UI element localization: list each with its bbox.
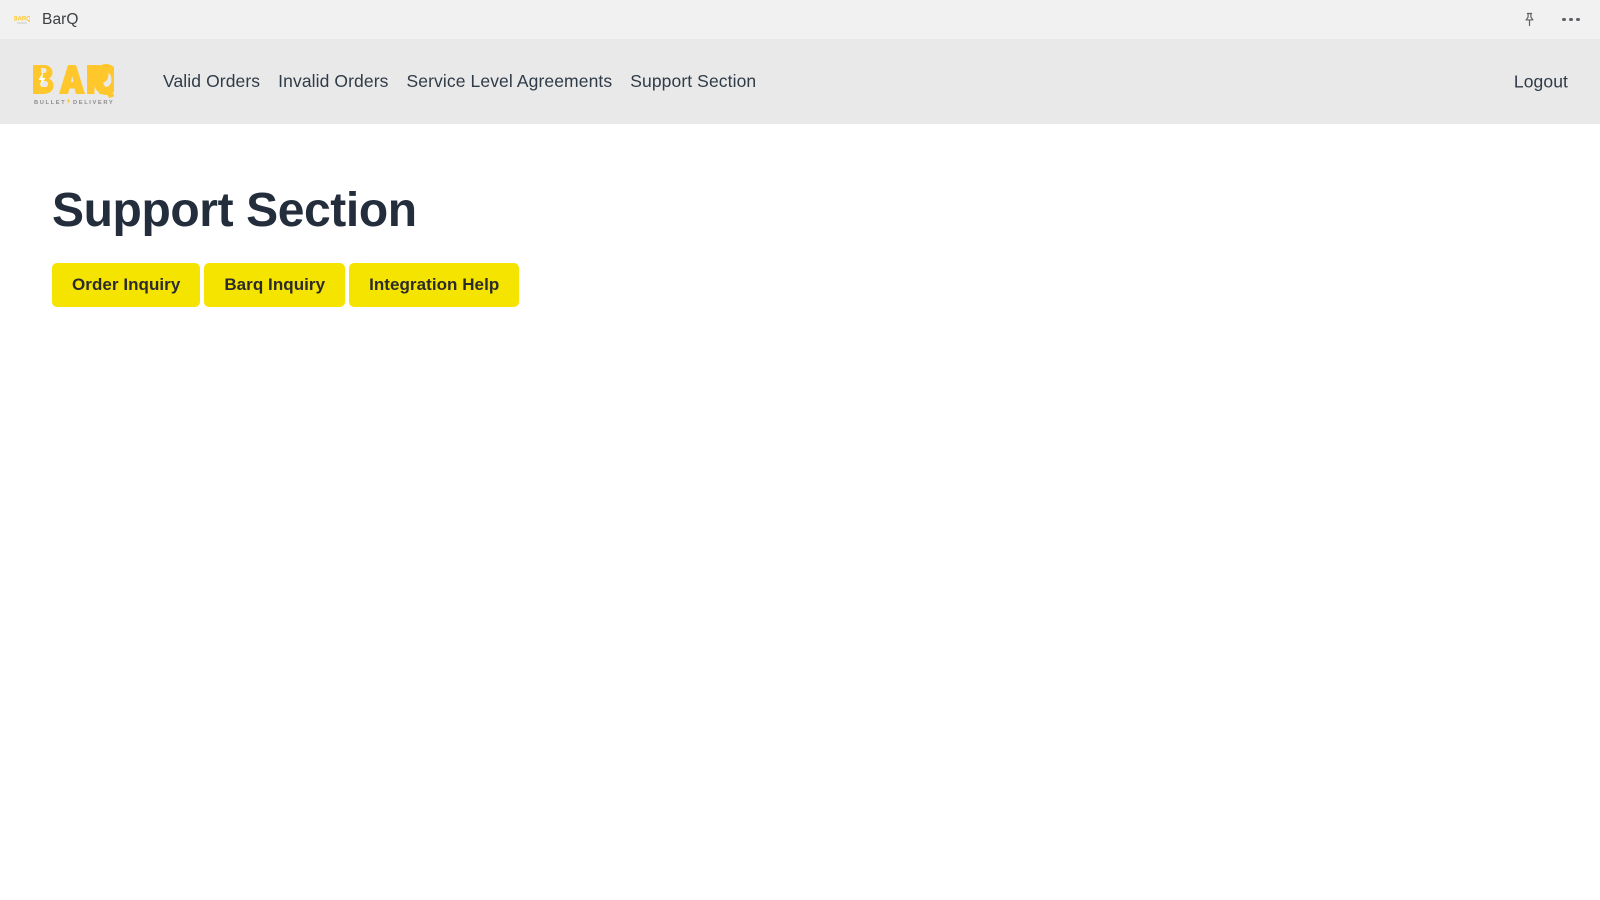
main-navigation: Valid Orders Invalid Orders Service Leve… bbox=[154, 65, 765, 98]
nav-item-service-level-agreements[interactable]: Service Level Agreements bbox=[398, 65, 622, 98]
integration-help-button[interactable]: Integration Help bbox=[349, 262, 520, 307]
support-action-buttons: Order Inquiry Barq Inquiry Integration H… bbox=[52, 262, 1600, 307]
titlebar-left-group: BARQ BarQ bbox=[14, 12, 79, 28]
barq-favicon-icon: BARQ bbox=[14, 14, 30, 26]
window-titlebar: BARQ BarQ bbox=[0, 0, 1600, 39]
nav-item-invalid-orders[interactable]: Invalid Orders bbox=[269, 65, 397, 98]
ellipsis-dot-2 bbox=[1569, 17, 1573, 22]
svg-text:BARQ: BARQ bbox=[14, 16, 30, 22]
page-title: Support Section bbox=[52, 184, 417, 237]
site-header: BULLET DELIVERY Valid Orders Invalid Ord… bbox=[0, 39, 1600, 124]
ellipsis-dot-3 bbox=[1576, 17, 1580, 22]
ellipsis-dots bbox=[1562, 17, 1580, 22]
pushpin-icon[interactable] bbox=[1514, 5, 1544, 35]
barq-logo[interactable]: BULLET DELIVERY bbox=[30, 58, 114, 106]
window-title: BarQ bbox=[42, 10, 79, 28]
logout-link[interactable]: Logout bbox=[1510, 65, 1572, 98]
ellipsis-dot-1 bbox=[1562, 17, 1566, 22]
order-inquiry-button[interactable]: Order Inquiry bbox=[52, 262, 201, 307]
nav-item-valid-orders[interactable]: Valid Orders bbox=[154, 65, 269, 98]
titlebar-right-group bbox=[1514, 0, 1586, 39]
main-content: Support Section Order Inquiry Barq Inqui… bbox=[0, 124, 1600, 900]
svg-text:BULLET: BULLET bbox=[34, 100, 66, 106]
more-options-ellipsis-icon[interactable] bbox=[1556, 5, 1586, 35]
svg-text:DELIVERY: DELIVERY bbox=[73, 100, 114, 106]
nav-item-support-section[interactable]: Support Section bbox=[621, 65, 765, 98]
barq-inquiry-button[interactable]: Barq Inquiry bbox=[204, 262, 346, 307]
